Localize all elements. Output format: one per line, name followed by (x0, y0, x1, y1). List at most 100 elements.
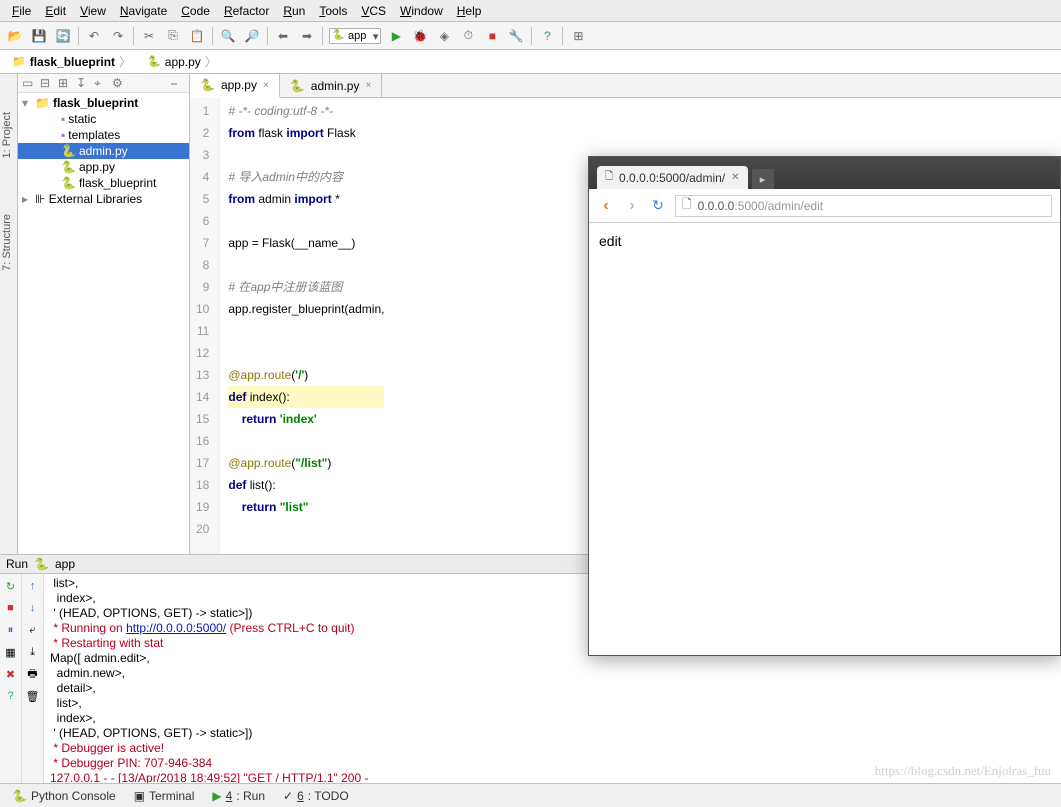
tree-item[interactable]: 🐍 flask_blueprint (18, 175, 189, 191)
up-icon[interactable]: ↑ (25, 578, 41, 594)
browser-window: 🗋 0.0.0.0:5000/admin/ ✕ ▸ ‹ › ↻ 🗋 0.0.0.… (588, 156, 1061, 656)
undo-icon[interactable]: ↶ (85, 27, 103, 45)
project-tab[interactable]: 1: Project (0, 104, 14, 166)
find-icon[interactable]: 🔍 (219, 27, 237, 45)
todo-button[interactable]: ✓ 6: TODO (283, 789, 349, 803)
softwrap-icon[interactable]: ⤶ (25, 622, 41, 638)
breadcrumb-project-label: flask_blueprint (30, 55, 115, 69)
breadcrumb-file-label: app.py (165, 55, 201, 69)
menu-tools[interactable]: Tools (313, 3, 353, 19)
expand-icon[interactable]: ⊞ (58, 76, 72, 90)
forward-icon[interactable]: › (623, 197, 641, 215)
help-icon[interactable]: ? (538, 27, 556, 45)
tab-app.py[interactable]: 🐍app.py × (190, 74, 280, 98)
menu-code[interactable]: Code (175, 3, 216, 19)
browser-tab[interactable]: 🗋 0.0.0.0:5000/admin/ ✕ (597, 166, 748, 189)
redo-icon[interactable]: ↷ (109, 27, 127, 45)
favicon-icon: 🗋 (605, 169, 613, 186)
tab-admin.py[interactable]: 🐍admin.py × (280, 74, 383, 97)
project-view-icon[interactable]: ▭ (22, 76, 36, 90)
python-icon: 🐍 (147, 55, 161, 68)
python-console-button[interactable]: 🐍 Python Console (12, 789, 116, 803)
save-icon[interactable]: 💾 (30, 27, 48, 45)
gear-icon[interactable]: ⚙ (112, 76, 126, 90)
paste-icon[interactable]: 📋 (188, 27, 206, 45)
help-icon[interactable]: ? (3, 688, 19, 704)
menu-edit[interactable]: Edit (39, 3, 72, 19)
separator (78, 27, 79, 45)
folder-icon: 📁 (12, 55, 26, 68)
url-bar[interactable]: 🗋 0.0.0.0:5000/admin/edit (675, 195, 1052, 217)
clear-icon[interactable]: 🗑 (25, 688, 41, 704)
close-tab-icon[interactable]: × (263, 80, 269, 91)
left-rail: 1: Project 7: Structure (0, 74, 18, 554)
tree-external[interactable]: ▸⊪ External Libraries (18, 191, 189, 207)
chevron-icon: 〉 (119, 53, 131, 70)
separator (531, 27, 532, 45)
stop-icon[interactable]: ■ (483, 27, 501, 45)
collapse-icon[interactable]: ⊟ (40, 76, 54, 90)
copy-icon[interactable]: ⎘ (164, 27, 182, 45)
tree-item[interactable]: ▪ templates (18, 127, 189, 143)
menu-refactor[interactable]: Refactor (218, 3, 275, 19)
project-panel: ▭ ⊟ ⊞ ↧ ⌖ ⚙ ⎯ ▾📁 flask_blueprint▪ static… (18, 74, 190, 554)
run-config-combo[interactable]: app (329, 28, 381, 44)
menu-help[interactable]: Help (451, 3, 488, 19)
layout-icon[interactable]: ▦ (3, 644, 19, 660)
breadcrumb-file[interactable]: 🐍 app.py 〉 (141, 52, 223, 71)
tree-item[interactable]: 🐍 app.py (18, 159, 189, 175)
tree-item[interactable]: 🐍 admin.py (18, 143, 189, 159)
terminal-button[interactable]: ▣ Terminal (134, 789, 195, 803)
bottom-bar: 🐍 Python Console ▣ Terminal ▶ 4: Run ✓ 6… (0, 783, 1061, 807)
hide-icon[interactable]: ⎯ (171, 76, 185, 90)
tree-item[interactable]: ▪ static (18, 111, 189, 127)
debug-icon[interactable]: 🐞 (411, 27, 429, 45)
separator (267, 27, 268, 45)
close-tab-icon[interactable]: ✕ (731, 172, 739, 183)
menu-file[interactable]: File (6, 3, 37, 19)
close-icon[interactable]: ✖ (3, 666, 19, 682)
replace-icon[interactable]: 🔎 (243, 27, 261, 45)
browser-body: edit (589, 223, 1060, 259)
menu-view[interactable]: View (74, 3, 112, 19)
cut-icon[interactable]: ✂ (140, 27, 158, 45)
tools-icon[interactable]: 🔧 (507, 27, 525, 45)
open-icon[interactable]: 📂 (6, 27, 24, 45)
editor-tabs: 🐍app.py ×🐍admin.py × (190, 74, 1061, 98)
pause-icon[interactable]: ⏸ (3, 622, 19, 638)
back-icon[interactable]: ‹ (597, 197, 615, 215)
python-icon: 🐍 (34, 557, 49, 571)
reload-icon[interactable]: ↻ (649, 197, 667, 215)
new-tab-button[interactable]: ▸ (752, 169, 774, 189)
profile-icon[interactable]: ⏱ (459, 27, 477, 45)
forward-icon[interactable]: ➡ (298, 27, 316, 45)
project-tree: ▾📁 flask_blueprint▪ static▪ templates🐍 a… (18, 93, 189, 209)
scrollend-icon[interactable]: ⤓ (25, 644, 41, 660)
menu-window[interactable]: Window (394, 3, 449, 19)
tree-root[interactable]: ▾📁 flask_blueprint (18, 95, 189, 111)
sync-icon[interactable]: 🔄 (54, 27, 72, 45)
run-icon[interactable]: ▶ (387, 27, 405, 45)
watermark: https://blog.csdn.net/Enjolras_fuu (875, 763, 1051, 779)
coverage-icon[interactable]: ◈ (435, 27, 453, 45)
rerun-icon[interactable]: ↻ (3, 578, 19, 594)
project-toolbar: ▭ ⊟ ⊞ ↧ ⌖ ⚙ ⎯ (18, 74, 189, 93)
close-tab-icon[interactable]: × (365, 80, 371, 91)
menu-navigate[interactable]: Navigate (114, 3, 173, 19)
menu-bar: FileEditViewNavigateCodeRefactorRunTools… (0, 0, 1061, 22)
structure-tab[interactable]: 7: Structure (0, 206, 14, 279)
down-icon[interactable]: ↓ (25, 600, 41, 616)
print-icon[interactable]: 🖶 (25, 666, 41, 682)
run-button[interactable]: ▶ 4: Run (212, 789, 265, 803)
browser-titlebar[interactable]: 🗋 0.0.0.0:5000/admin/ ✕ ▸ (589, 157, 1060, 189)
breadcrumb-project[interactable]: 📁 flask_blueprint 〉 (6, 52, 137, 71)
run-config-label: app (55, 557, 75, 571)
stop-icon[interactable]: ■ (3, 600, 19, 616)
scroll-icon[interactable]: ↧ (76, 76, 90, 90)
locate-icon[interactable]: ⌖ (94, 76, 108, 90)
source[interactable]: # -*- coding:utf-8 -*-from flask import … (220, 98, 392, 554)
back-icon[interactable]: ⬅ (274, 27, 292, 45)
menu-run[interactable]: Run (277, 3, 311, 19)
menu-vcs[interactable]: VCS (355, 3, 392, 19)
misc-icon[interactable]: ⊞ (569, 27, 587, 45)
